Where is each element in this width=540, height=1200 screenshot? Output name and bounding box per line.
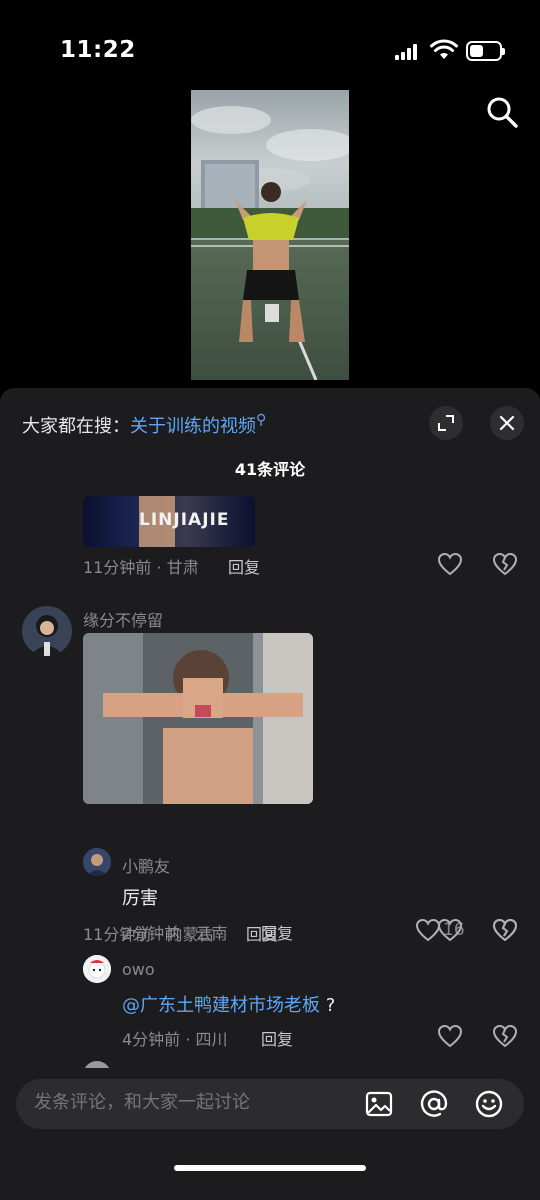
- video-player[interactable]: [191, 90, 349, 380]
- comment-input-bar: [16, 1079, 524, 1129]
- image-icon[interactable]: [364, 1089, 394, 1119]
- emoji-icon[interactable]: [474, 1089, 504, 1119]
- avatar-image: [83, 848, 111, 876]
- video-frame-image: [191, 90, 349, 380]
- comment-input[interactable]: [34, 1092, 354, 1113]
- wifi-icon: [430, 39, 458, 59]
- reply-meta: 4分钟前 · 四川: [122, 1030, 228, 1049]
- comment-meta: 11分钟前 · 甘肃: [83, 558, 199, 577]
- avatar[interactable]: [83, 1061, 111, 1068]
- avatar-image: [22, 606, 72, 656]
- close-button[interactable]: [490, 406, 524, 440]
- avatar[interactable]: [22, 606, 72, 656]
- status-bar: 11:22: [0, 0, 540, 100]
- broken-heart-icon[interactable]: [492, 1024, 518, 1048]
- heart-icon[interactable]: [437, 552, 463, 576]
- status-time: 11:22: [60, 37, 136, 63]
- heart-icon[interactable]: [437, 1024, 463, 1048]
- search-suggestion-link[interactable]: 关于训练的视频: [130, 416, 256, 437]
- broken-heart-icon[interactable]: [492, 552, 518, 576]
- reply-button[interactable]: 回复: [261, 920, 293, 944]
- close-icon: [499, 415, 515, 431]
- broken-heart-icon[interactable]: [492, 918, 518, 942]
- comment-image[interactable]: LINJIAJIE: [83, 496, 255, 547]
- battery-icon: [466, 41, 505, 61]
- reply-author[interactable]: owo: [122, 960, 155, 979]
- reply-button[interactable]: 回复: [228, 554, 260, 578]
- search-suggestion-prefix: 大家都在搜：: [22, 416, 130, 437]
- comment-count: 41条评论: [234, 460, 306, 479]
- search-suggestion[interactable]: 大家都在搜：关于训练的视频⚲: [22, 412, 266, 438]
- search-small-icon: ⚲: [256, 412, 267, 428]
- search-icon[interactable]: [484, 94, 520, 130]
- reply-button[interactable]: 回复: [261, 1026, 293, 1050]
- avatar[interactable]: [83, 955, 111, 983]
- battery-level: [470, 45, 483, 57]
- comment-image[interactable]: [83, 633, 313, 804]
- reply-text-suffix: ?: [320, 995, 336, 1016]
- comment-image-caption: LINJIAJIE: [139, 510, 230, 530]
- home-indicator[interactable]: [174, 1165, 366, 1171]
- heart-icon[interactable]: [437, 918, 463, 942]
- at-icon[interactable]: [419, 1089, 449, 1119]
- mention-link[interactable]: @广东土鸭建材市场老板: [122, 995, 320, 1016]
- expand-button[interactable]: [429, 406, 463, 440]
- reply-text: 厉害: [122, 888, 158, 909]
- reply-text: @广东土鸭建材市场老板 ?: [122, 991, 335, 1017]
- reply-author[interactable]: 小鹏友: [122, 853, 170, 877]
- comment-photo: [83, 633, 313, 804]
- expand-icon: [438, 415, 454, 431]
- reply-meta: 2分钟前 · 云南: [122, 924, 228, 943]
- comment-list[interactable]: LINJIAJIE 11分钟前 · 甘肃 回复 缘分不停留 11分钟前 · 内蒙…: [0, 496, 540, 1068]
- avatar-image: [83, 955, 111, 983]
- avatar[interactable]: [83, 848, 111, 876]
- cellular-signal-icon: [395, 44, 419, 60]
- comment-author[interactable]: 缘分不停留: [83, 607, 163, 631]
- comment-sheet: 大家都在搜：关于训练的视频⚲ 41条评论 LINJIAJIE 11分钟前 · 甘…: [0, 388, 540, 1200]
